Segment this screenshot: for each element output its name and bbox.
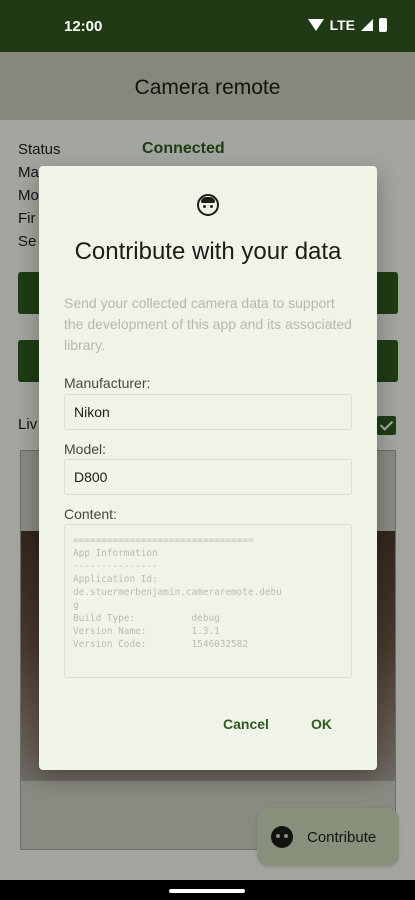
- model-field[interactable]: [64, 459, 352, 495]
- cancel-button[interactable]: Cancel: [223, 716, 269, 732]
- status-icons: LTE: [307, 17, 387, 33]
- model-label: Model:: [64, 441, 107, 457]
- status-time: 12:00: [64, 18, 103, 35]
- manufacturer-label: Manufacturer:: [64, 375, 151, 391]
- network-type-label: LTE: [329, 17, 355, 33]
- signal-icon: [361, 19, 373, 31]
- dialog-title: Contribute with your data: [74, 238, 342, 265]
- status-bar: 12:00 LTE: [0, 0, 415, 52]
- content-label: Content:: [64, 506, 117, 522]
- content-textarea[interactable]: ================================ App Inf…: [64, 524, 352, 678]
- face-icon: [197, 194, 219, 216]
- contribute-dialog: Contribute with your data Send your coll…: [39, 166, 377, 770]
- battery-icon: [379, 18, 387, 32]
- wifi-icon: [307, 19, 324, 31]
- ok-button[interactable]: OK: [311, 716, 332, 732]
- dialog-description: Send your collected camera data to suppo…: [64, 295, 352, 353]
- manufacturer-field[interactable]: [64, 394, 352, 430]
- gesture-handle[interactable]: [169, 889, 245, 893]
